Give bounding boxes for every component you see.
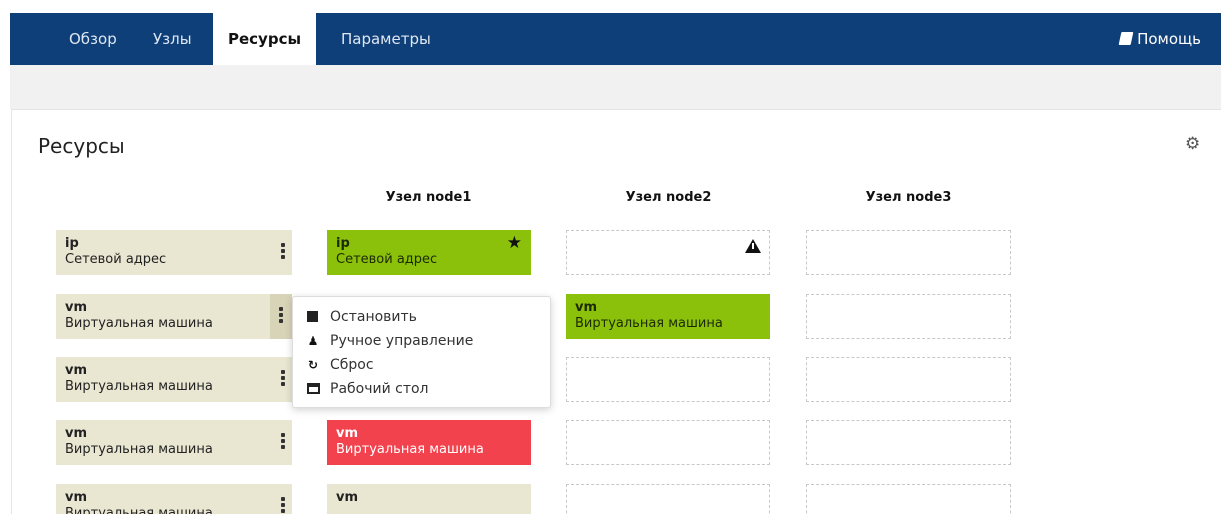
resource-desc: Виртуальная машина [65,442,213,457]
node-cell-desc: Виртуальная машина [575,316,723,331]
star-icon: ★ [506,233,522,253]
resource-desc: Виртуальная машина [65,506,213,514]
menu-item-stop[interactable]: Остановить [293,305,550,329]
node-cell-empty[interactable] [806,484,1011,514]
node-cell-empty[interactable] [566,484,770,514]
menu-item-reset[interactable]: ↻ Сброс [293,353,550,377]
tab-overview[interactable]: Обзор [69,13,117,65]
resource-card[interactable]: ip Сетевой адрес [56,230,292,275]
node-cell-stopped[interactable]: vm [327,484,531,514]
node-cell-empty[interactable] [806,420,1011,465]
menu-item-label: Ручное управление [330,333,474,349]
kebab-menu-icon[interactable] [280,370,286,388]
resource-name: ip [65,236,79,251]
resource-name: vm [65,426,88,441]
menu-item-label: Остановить [330,309,417,325]
resource-card[interactable]: vm Виртуальная машина [56,420,292,465]
node-cell-name: ip [336,236,350,251]
resource-card[interactable]: vm Виртуальная машина [56,294,292,339]
menu-item-label: Сброс [330,357,374,373]
resource-desc: Виртуальная машина [65,379,213,394]
stop-icon [307,311,318,322]
node-cell-desc: Сетевой адрес [336,252,438,267]
desktop-icon [307,383,320,394]
node-cell-failed[interactable]: vm Виртуальная машина [327,420,531,465]
node-cell-empty[interactable] [566,420,770,465]
column-header-node3: Узел node3 [865,190,952,205]
node-cell-desc: Виртуальная машина [336,442,484,457]
tab-settings[interactable]: Параметры [341,13,431,65]
menu-item-desktop[interactable]: Рабочий стол [293,377,550,401]
kebab-menu-icon[interactable] [280,433,286,451]
resource-desc: Виртуальная машина [65,316,213,331]
node-cell-empty[interactable] [806,294,1011,339]
tab-nodes[interactable]: Узлы [153,13,192,65]
node-cell-running[interactable]: ip Сетевой адрес ★ [327,230,531,275]
warning-icon [745,239,761,253]
node-cell-name: vm [336,490,359,505]
kebab-menu-icon[interactable] [280,243,286,261]
user-icon: ♟ [307,334,319,348]
menu-item-label: Рабочий стол [330,381,429,397]
resource-name: vm [65,490,88,505]
help-link[interactable]: Помощь [1118,13,1201,65]
top-nav: Обзор Узлы Ресурсы Параметры Помощь [10,13,1221,65]
resource-desc: Сетевой адрес [65,252,167,267]
gear-icon[interactable]: ⚙ [1185,135,1203,153]
node-cell-empty[interactable] [566,357,770,402]
resource-name: vm [65,300,88,315]
kebab-menu-icon[interactable] [270,294,292,339]
page-title: Ресурсы [38,134,125,158]
book-icon [1118,32,1134,45]
column-header-node1: Узел node1 [385,190,472,205]
resource-card[interactable]: vm Виртуальная машина [56,484,292,514]
context-menu: Остановить ♟ Ручное управление ↻ Сброс Р… [292,296,551,408]
help-label: Помощь [1137,30,1201,48]
tab-resources[interactable]: Ресурсы [213,13,317,65]
node-cell-empty[interactable] [566,230,770,275]
node-cell-empty[interactable] [806,230,1011,275]
resource-card[interactable]: vm Виртуальная машина [56,357,292,402]
resource-name: vm [65,363,88,378]
kebab-menu-icon[interactable] [280,497,286,514]
node-cell-name: vm [575,300,598,315]
node-cell-running[interactable]: vm Виртуальная машина [566,294,770,339]
toolbar-strip [10,65,1221,109]
refresh-icon: ↻ [307,358,319,372]
column-header-node2: Узел node2 [625,190,712,205]
menu-item-manual[interactable]: ♟ Ручное управление [293,329,550,353]
node-cell-name: vm [336,426,359,441]
node-cell-empty[interactable] [806,357,1011,402]
